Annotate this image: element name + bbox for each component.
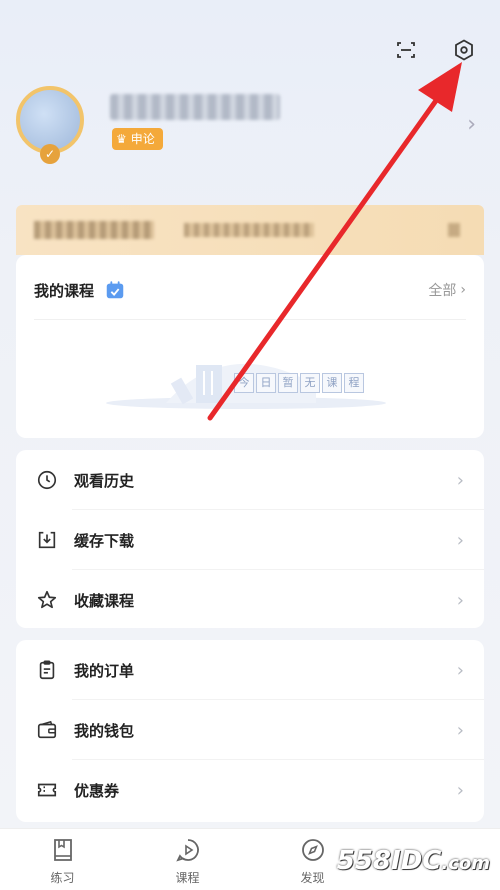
chevron-right-icon: › <box>456 529 464 551</box>
menu-item-coupons[interactable]: 优惠券 › <box>16 760 484 820</box>
coupon-icon <box>37 783 57 797</box>
watermark-brand: 558IDC <box>336 846 442 876</box>
settings-gear-icon[interactable] <box>452 38 476 62</box>
empty-char: 课 <box>322 373 342 393</box>
play-icon <box>175 839 199 862</box>
menu-item-cache-download[interactable]: 缓存下载 › <box>16 510 484 570</box>
empty-char: 程 <box>344 373 364 393</box>
menu-card-account: 我的订单 › 我的钱包 › 优惠券 › <box>16 640 484 822</box>
divider <box>34 319 466 320</box>
profile-header[interactable]: ✓ ♛ 申论 › <box>12 82 476 172</box>
star-icon <box>37 590 57 609</box>
menu-item-label: 缓存下载 <box>74 531 135 550</box>
chevron-right-icon: › <box>460 282 466 298</box>
chevron-right-icon: › <box>456 659 464 681</box>
vip-tag-label: 申论 <box>130 132 155 146</box>
avatar[interactable]: ✓ <box>12 82 88 166</box>
my-courses-header: 我的课程 全部 › <box>34 279 466 301</box>
chevron-right-icon: › <box>456 779 464 801</box>
menu-item-watch-history[interactable]: 观看历史 › <box>16 450 484 510</box>
tab-practice[interactable]: 练习 <box>0 829 125 890</box>
all-courses-link[interactable]: 全部 › <box>428 280 466 300</box>
menu-item-label: 我的订单 <box>74 661 135 680</box>
all-courses-label: 全部 <box>428 283 457 299</box>
vip-banner[interactable] <box>16 205 484 255</box>
username-blurred <box>110 94 280 120</box>
menu-item-label: 优惠券 <box>74 781 120 800</box>
tab-courses[interactable]: 课程 <box>125 829 250 890</box>
top-bar <box>394 38 476 62</box>
vip-banner-action-blurred <box>448 223 460 237</box>
wallet-icon <box>37 720 57 739</box>
calendar-check-icon <box>106 281 124 299</box>
discover-icon <box>301 839 324 861</box>
empty-char: 今 <box>234 373 254 393</box>
watermark-suffix: .com <box>441 853 490 874</box>
chevron-right-icon: › <box>456 469 464 491</box>
menu-card-learning: 观看历史 › 缓存下载 › 收藏课程 › <box>16 450 484 628</box>
empty-char: 日 <box>256 373 276 393</box>
empty-courses-text: 今 日 暂 无 课 程 <box>234 373 364 393</box>
my-courses-title: 我的课程 <box>34 281 95 300</box>
verified-badge-icon: ✓ <box>40 144 60 164</box>
menu-item-label: 收藏课程 <box>74 591 135 610</box>
menu-item-my-orders[interactable]: 我的订单 › <box>16 640 484 700</box>
tab-label: 练习 <box>50 871 75 885</box>
empty-char: 无 <box>300 373 320 393</box>
chevron-right-icon: › <box>456 589 464 611</box>
chevron-right-icon: › <box>456 719 464 741</box>
book-icon <box>53 839 72 861</box>
menu-item-my-wallet[interactable]: 我的钱包 › <box>16 700 484 760</box>
empty-char: 暂 <box>278 373 298 393</box>
vip-banner-subtitle-blurred <box>184 223 314 237</box>
tab-label: 课程 <box>175 871 200 885</box>
watermark-logo: 558IDC.com <box>337 846 490 876</box>
menu-item-label: 观看历史 <box>74 471 135 490</box>
menu-item-label: 我的钱包 <box>74 721 135 740</box>
menu-item-favorite-courses[interactable]: 收藏课程 › <box>16 570 484 630</box>
vip-tag: ♛ 申论 <box>112 128 163 150</box>
vip-banner-title-blurred <box>34 221 154 239</box>
tab-label: 发现 <box>300 871 325 885</box>
my-courses-card: 我的课程 全部 › 今 日 暂 无 课 程 <box>16 255 484 438</box>
download-icon <box>38 531 56 549</box>
scan-icon[interactable] <box>394 38 418 62</box>
chevron-right-icon[interactable]: › <box>467 112 476 137</box>
crown-icon: ♛ <box>116 132 127 146</box>
clock-icon <box>37 470 57 490</box>
order-clipboard-icon <box>39 660 55 680</box>
